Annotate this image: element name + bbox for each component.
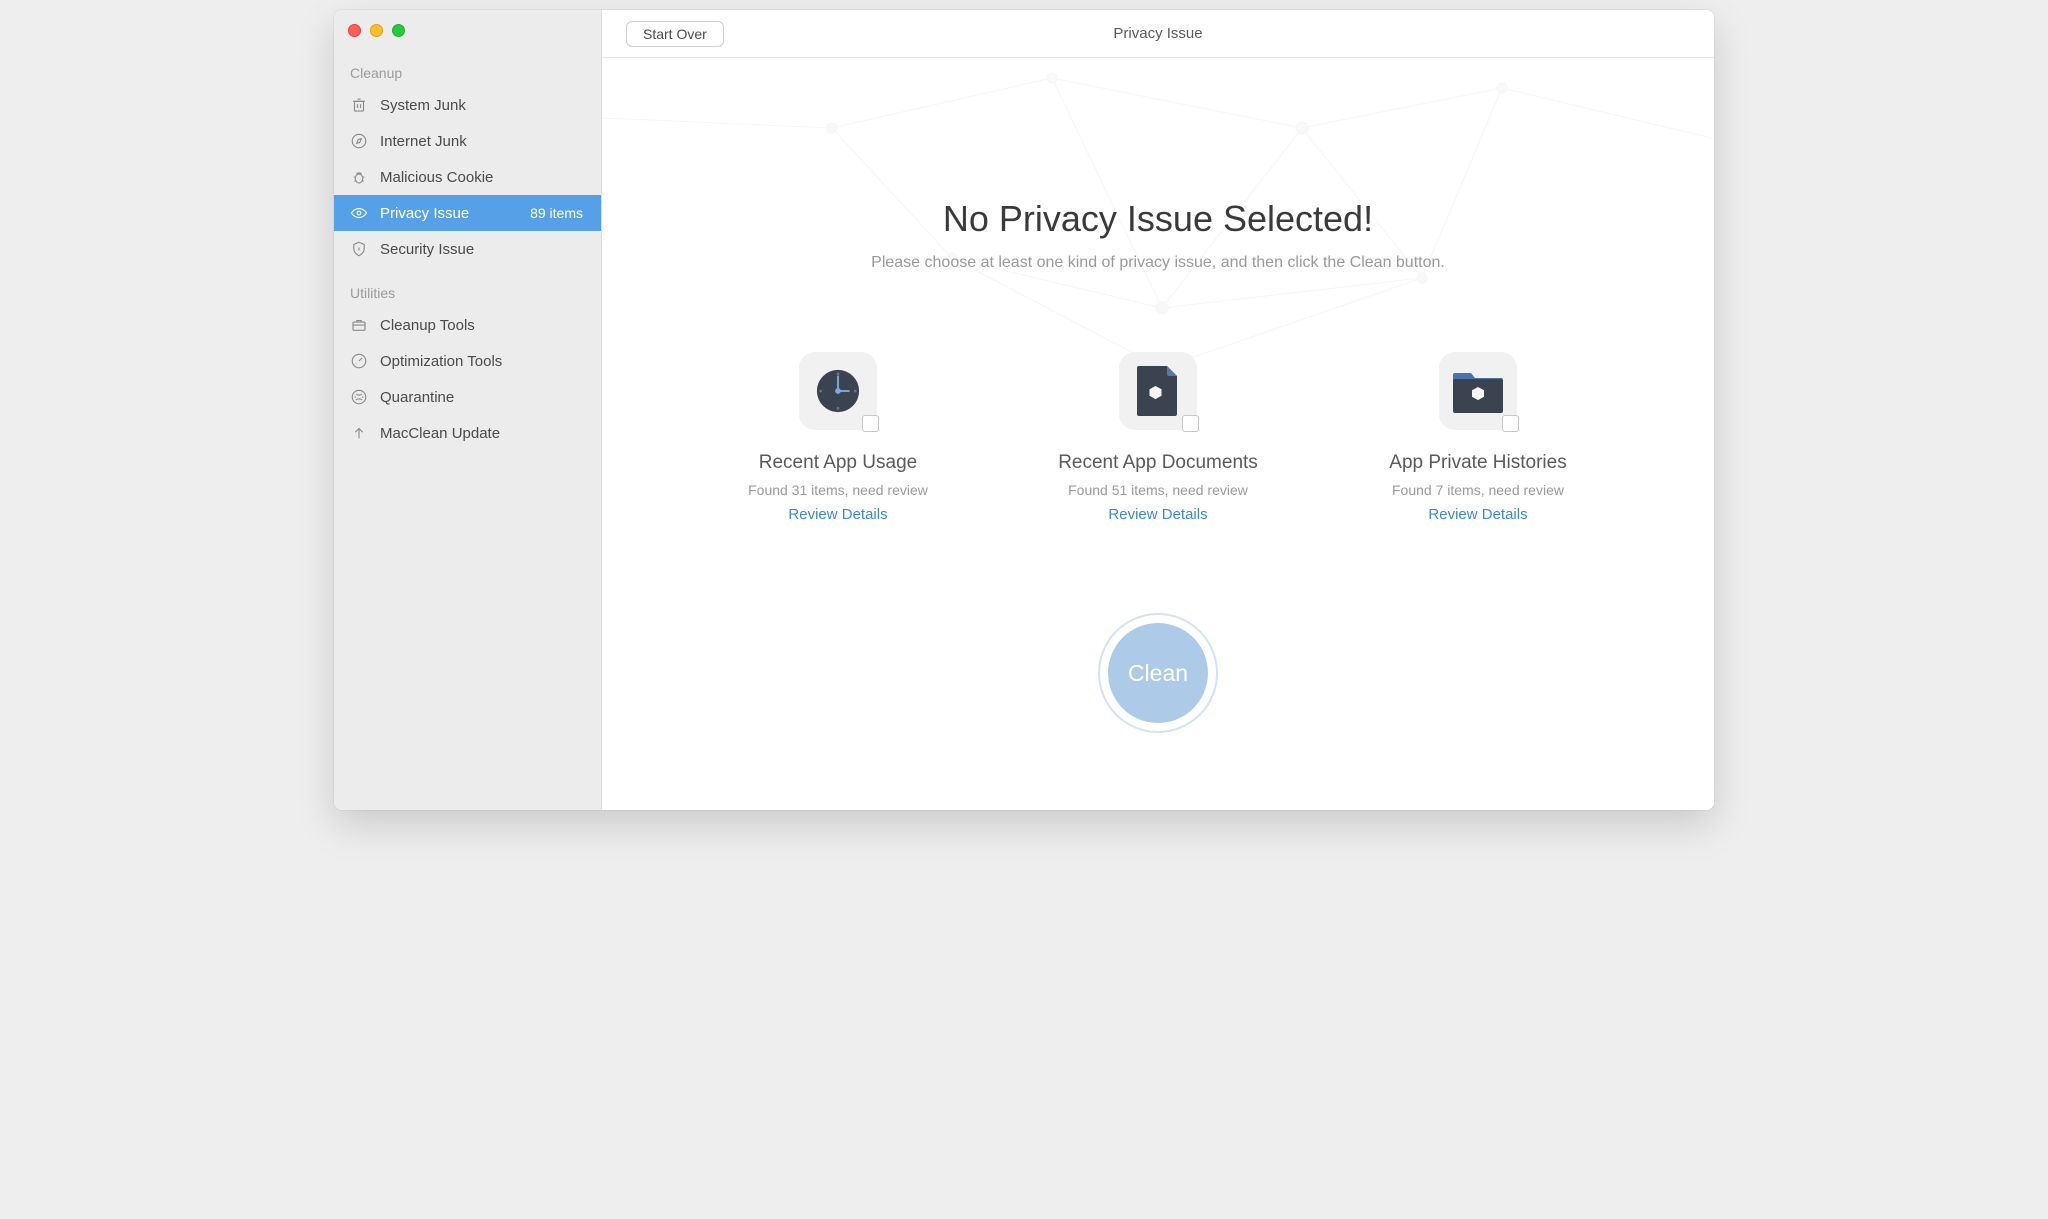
sidebar-item-label: MacClean Update [380, 425, 500, 442]
sidebar-item-label: System Junk [380, 97, 466, 114]
sidebar-item-label: Security Issue [380, 241, 474, 258]
gauge-icon [350, 352, 368, 370]
card-checkbox-histories[interactable] [1502, 415, 1519, 432]
sidebar-item-macclean-update[interactable]: MacClean Update [334, 415, 601, 451]
sidebar-item-quarantine[interactable]: Quarantine [334, 379, 601, 415]
sidebar-item-label: Privacy Issue [380, 205, 469, 222]
sidebar-item-label: Quarantine [380, 389, 454, 406]
empty-state-subtext: Please choose at least one kind of priva… [871, 254, 1445, 272]
topbar: Start Over Privacy Issue [602, 10, 1714, 58]
empty-state-heading: No Privacy Issue Selected! [871, 198, 1445, 240]
sidebar-section-utilities: Utilities [334, 267, 601, 307]
card-title: App Private Histories [1389, 452, 1566, 474]
review-details-link[interactable]: Review Details [1428, 506, 1527, 523]
upload-icon [350, 424, 368, 442]
sidebar-item-internet-junk[interactable]: Internet Junk [334, 123, 601, 159]
eye-icon [350, 204, 368, 222]
sidebar-item-privacy-issue[interactable]: Privacy Issue 89 items [334, 195, 601, 231]
sidebar-item-system-junk[interactable]: System Junk [334, 87, 601, 123]
card-checkbox-documents[interactable] [1182, 415, 1199, 432]
main-panel: Start Over Privacy Issue No Privacy Issu… [602, 10, 1714, 810]
clean-button[interactable]: Clean [1108, 623, 1208, 723]
sidebar-item-label: Internet Junk [380, 133, 467, 150]
sidebar-item-label: Malicious Cookie [380, 169, 493, 186]
start-over-button[interactable]: Start Over [626, 21, 724, 47]
card-subtext: Found 7 items, need review [1392, 482, 1564, 498]
card-checkbox-usage[interactable] [862, 415, 879, 432]
sidebar-item-cleanup-tools[interactable]: Cleanup Tools [334, 307, 601, 343]
app-window: Cleanup System Junk Internet Junk Malici… [334, 10, 1714, 810]
window-controls [334, 10, 601, 47]
quarantine-icon [350, 388, 368, 406]
sidebar-section-cleanup: Cleanup [334, 47, 601, 87]
review-details-link[interactable]: Review Details [1108, 506, 1207, 523]
sidebar-item-label: Optimization Tools [380, 353, 502, 370]
compass-icon [350, 132, 368, 150]
minimize-window-button[interactable] [370, 24, 383, 37]
maximize-window-button[interactable] [392, 24, 405, 37]
sidebar: Cleanup System Junk Internet Junk Malici… [334, 10, 602, 810]
clean-button-ring: Clean [1098, 613, 1218, 733]
shield-icon [350, 240, 368, 258]
sidebar-item-malicious-cookie[interactable]: Malicious Cookie [334, 159, 601, 195]
card-app-private-histories: App Private Histories Found 7 items, nee… [1368, 352, 1588, 523]
bug-icon [350, 168, 368, 186]
toolbox-icon [350, 316, 368, 334]
card-recent-app-documents: Recent App Documents Found 51 items, nee… [1048, 352, 1268, 523]
review-details-link[interactable]: Review Details [788, 506, 887, 523]
card-title: Recent App Documents [1058, 452, 1258, 474]
privacy-categories: Recent App Usage Found 31 items, need re… [728, 352, 1588, 523]
content-area: No Privacy Issue Selected! Please choose… [602, 58, 1714, 810]
sidebar-item-badge: 89 items [530, 205, 585, 221]
card-title: Recent App Usage [759, 452, 917, 474]
close-window-button[interactable] [348, 24, 361, 37]
page-title: Privacy Issue [602, 25, 1714, 42]
trash-icon [350, 96, 368, 114]
card-subtext: Found 31 items, need review [748, 482, 928, 498]
sidebar-item-label: Cleanup Tools [380, 317, 475, 334]
empty-state-message: No Privacy Issue Selected! Please choose… [871, 198, 1445, 272]
sidebar-item-security-issue[interactable]: Security Issue [334, 231, 601, 267]
sidebar-item-optimization-tools[interactable]: Optimization Tools [334, 343, 601, 379]
card-subtext: Found 51 items, need review [1068, 482, 1248, 498]
card-recent-app-usage: Recent App Usage Found 31 items, need re… [728, 352, 948, 523]
